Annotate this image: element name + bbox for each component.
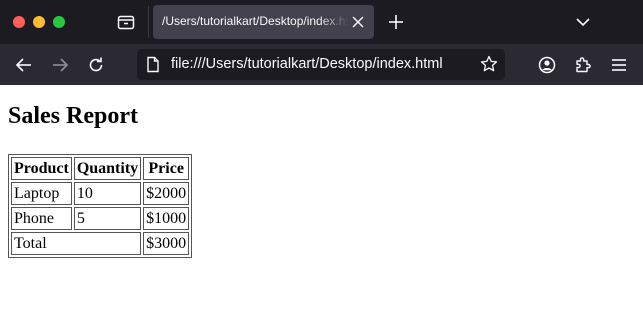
price-cell: $2000 xyxy=(143,182,190,205)
price-cell: $1000 xyxy=(143,207,190,230)
total-label-cell: Total xyxy=(11,232,142,255)
total-value-cell: $3000 xyxy=(143,232,190,255)
product-cell: Phone xyxy=(11,207,72,230)
quantity-cell: 10 xyxy=(73,182,142,205)
total-row: Total $3000 xyxy=(11,232,190,255)
table-header-row: Product Quantity Price xyxy=(11,157,190,180)
column-header-quantity: Quantity xyxy=(73,157,142,180)
sales-table: Product Quantity Price Laptop 10 $2000 P… xyxy=(8,154,193,258)
column-header-product: Product xyxy=(11,157,72,180)
product-cell: Laptop xyxy=(11,182,72,205)
column-header-price: Price xyxy=(143,157,190,180)
quantity-cell: 5 xyxy=(73,207,142,230)
table-row: Phone 5 $1000 xyxy=(11,207,190,230)
page-title: Sales Report xyxy=(8,103,138,129)
page-body: Sales Report Product Quantity Price Lapt… xyxy=(0,0,643,314)
page-content: Sales Report Product Quantity Price Lapt… xyxy=(0,85,643,314)
table-row: Laptop 10 $2000 xyxy=(11,182,190,205)
